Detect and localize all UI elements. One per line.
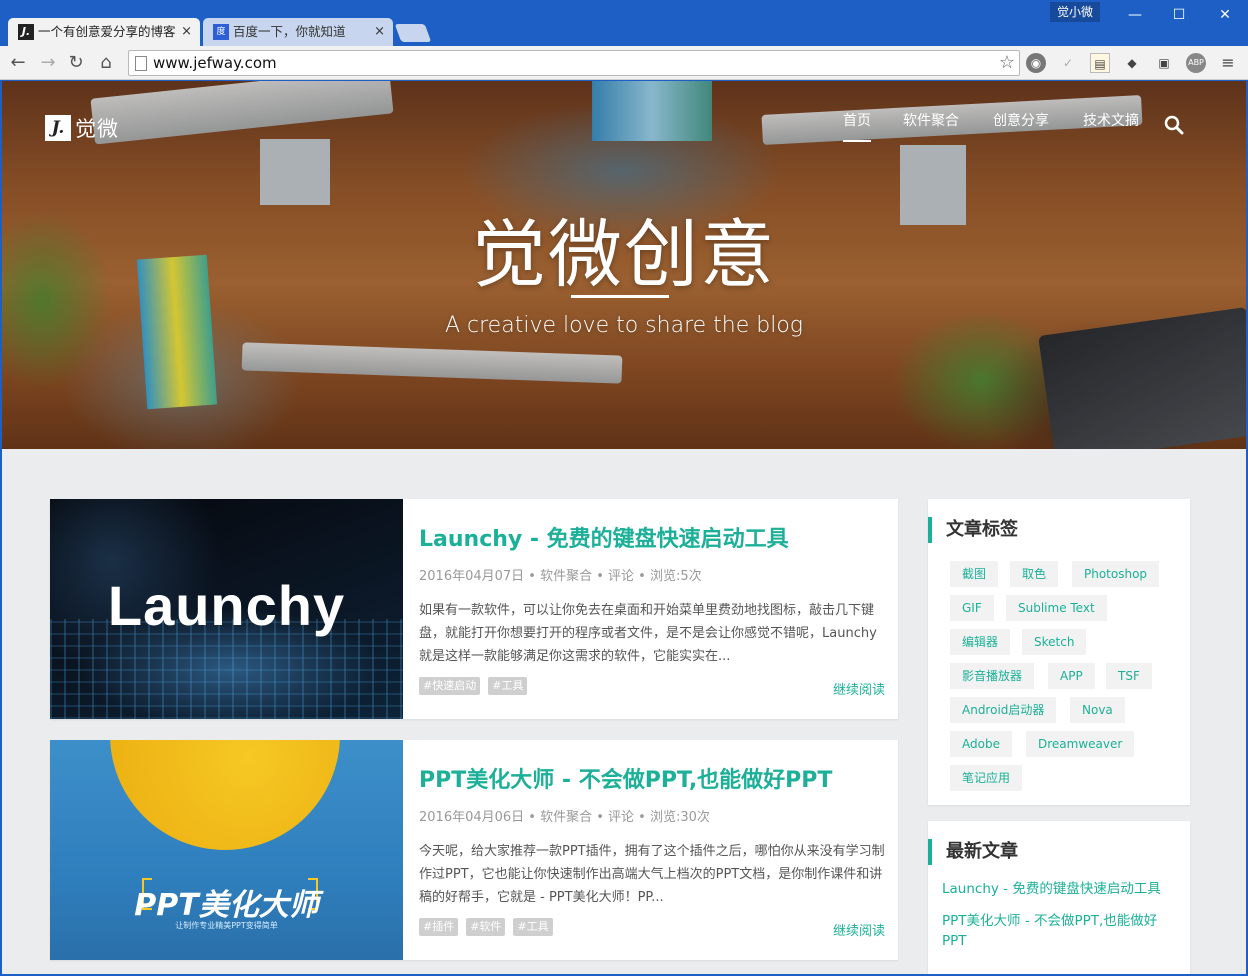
tag-link[interactable]: Adobe [950,731,1012,757]
post-meta: 2016年04月07日 • 软件聚合 • 评论 • 浏览:5次 [419,569,702,584]
tab-baidu[interactable]: 度 百度一下，你就知道 × [203,18,393,46]
thumbnail-moon-graphic [110,740,340,850]
tag-link[interactable]: Android启动器 [950,697,1057,723]
extension-check-icon[interactable]: ✓ [1058,53,1078,73]
baidu-favicon-icon: 度 [213,24,229,40]
tag-link[interactable]: APP [1048,663,1095,689]
recent-post-link[interactable]: PPT美化大师 - 不会做PPT,也能做好PPT [942,911,1178,951]
logo-mark: J. [45,115,71,141]
recent-post-link[interactable]: Launchy - 免费的键盘快速启动工具 [942,879,1178,899]
recent-posts-list: Launchy - 免费的键盘快速启动工具 PPT美化大师 - 不会做PPT,也… [942,879,1178,963]
extension-compass-icon[interactable]: ◉ [1026,53,1046,73]
tag-link[interactable]: Sublime Text [1006,595,1107,621]
tab-close-icon[interactable]: × [374,18,385,46]
tab-jefway[interactable]: J. 一个有创意爱分享的博客 × [8,18,200,46]
tag-link[interactable]: 截图 [950,561,999,587]
maximize-icon[interactable]: ☐ [1156,0,1202,30]
tab-title: 一个有创意爱分享的博客 [38,24,176,39]
back-arrow-icon[interactable]: ← [6,51,30,75]
post-title[interactable]: PPT美化大师 - 不会做PPT,也能做好PPT [419,762,889,794]
post-excerpt: 如果有一款软件，可以让你免去在桌面和开始菜单里费劲地找图标，敲击几下键盘，就能打… [419,603,877,664]
hero-subtitle: A creative love to share the blog [444,313,803,338]
read-more-link[interactable]: 继续阅读 [833,920,885,939]
browser-toolbar: ← → ↻ ⌂ www.jefway.com ☆ ◉ ✓ ▤ ◆ ▣ ABP ≡ [0,46,1248,80]
post-meta: 2016年04月06日 • 软件聚合 • 评论 • 浏览:30次 [419,810,710,825]
minimize-icon[interactable]: — [1112,0,1158,30]
tag-link[interactable]: Nova [1070,697,1125,723]
post-card: PPT美化大师 让制作专业精美PPT变得简单 PPT美化大师 - 不会做PPT,… [50,740,898,960]
tag-link[interactable]: Photoshop [1072,561,1160,587]
hero-banner: J. 觉微 首页 软件聚合 创意分享 技术文摘 觉微创意 A creative … [2,81,1246,449]
post-tag[interactable]: #快速启动 [419,677,481,695]
tag-link[interactable]: 编辑器 [950,629,1011,655]
widget-title: 最新文章 [928,839,1018,865]
page-viewport: J. 觉微 首页 软件聚合 创意分享 技术文摘 觉微创意 A creative … [2,81,1246,974]
nav-software[interactable]: 软件聚合 [903,111,959,131]
adblock-icon[interactable]: ABP [1186,53,1206,73]
hero-divider [571,295,669,298]
tags-widget: 文章标签 截图 取色 Photoshop GIF Sublime Text 编辑… [928,499,1190,805]
logo-text: 觉微 [75,117,119,141]
address-bar[interactable]: www.jefway.com ☆ [128,50,1020,76]
search-icon[interactable] [1164,115,1184,135]
post-thumbnail[interactable]: Launchy [50,499,403,719]
post-excerpt: 今天呢，给大家推荐一款PPT插件，拥有了这个插件之后，哪怕你从来没有学习制作过P… [419,844,885,905]
thumbnail-title: Launchy [107,574,346,637]
tab-close-icon[interactable]: × [181,18,192,46]
forward-arrow-icon[interactable]: → [36,51,60,75]
recent-posts-widget: 最新文章 Launchy - 免费的键盘快速启动工具 PPT美化大师 - 不会做… [928,821,1190,974]
read-more-link[interactable]: 继续阅读 [833,679,885,698]
jefway-favicon-icon: J. [18,24,34,40]
extension-calendar-icon[interactable]: ▤ [1090,53,1110,73]
screenshot-icon[interactable]: ▣ [1154,53,1174,73]
window-frame [0,81,2,976]
bookmark-star-icon[interactable]: ☆ [999,51,1015,75]
home-icon[interactable]: ⌂ [94,51,118,75]
post-tag[interactable]: #软件 [466,918,506,936]
tag-link[interactable]: 影音播放器 [950,663,1035,689]
tag-link[interactable]: 取色 [1010,561,1059,587]
tag-link[interactable]: TSF [1106,663,1152,689]
tag-link[interactable]: GIF [950,595,994,621]
profile-badge[interactable]: 觉小微 [1050,2,1100,22]
post-body: Launchy - 免费的键盘快速启动工具 2016年04月07日 • 软件聚合… [419,499,885,719]
tag-link[interactable]: Sketch [1022,629,1087,655]
thumbnail-title: PPT美化大师 [134,888,319,923]
nav-home[interactable]: 首页 [843,111,871,142]
tab-title: 百度一下，你就知道 [233,24,346,39]
post-thumbnail[interactable]: PPT美化大师 让制作专业精美PPT变得简单 [50,740,403,960]
hero-title: 觉微创意 [472,212,776,298]
close-icon[interactable]: ✕ [1202,0,1248,30]
post-tag[interactable]: #工具 [488,677,528,695]
post-title[interactable]: Launchy - 免费的键盘快速启动工具 [419,521,889,553]
post-tags: #快速启动 #工具 [419,677,528,697]
url-text[interactable]: www.jefway.com [153,51,277,75]
nav-creative[interactable]: 创意分享 [993,111,1049,131]
widget-title: 文章标签 [928,517,1018,543]
nav-tech[interactable]: 技术文摘 [1083,111,1139,131]
window-titlebar: 觉小微 — ☐ ✕ J. 一个有创意爱分享的博客 × 度 百度一下，你就知道 × [0,0,1248,46]
post-tag[interactable]: #工具 [513,918,553,936]
post-tags: #插件 #软件 #工具 [419,918,553,938]
menu-icon[interactable]: ≡ [1218,53,1238,73]
new-tab-button[interactable] [394,24,432,42]
site-logo[interactable]: J. 觉微 [45,115,119,141]
page-icon [135,56,147,71]
reload-icon[interactable]: ↻ [64,51,88,75]
tag-link[interactable]: Dreamweaver [1026,731,1135,757]
post-tag[interactable]: #插件 [419,918,459,936]
tag-link[interactable]: 笔记应用 [950,765,1023,791]
thumbnail-caption: 让制作专业精美PPT变得简单 [175,921,278,930]
evernote-icon[interactable]: ◆ [1122,53,1142,73]
post-card: Launchy Launchy - 免费的键盘快速启动工具 2016年04月07… [50,499,898,719]
post-body: PPT美化大师 - 不会做PPT,也能做好PPT 2016年04月06日 • 软… [419,740,885,960]
